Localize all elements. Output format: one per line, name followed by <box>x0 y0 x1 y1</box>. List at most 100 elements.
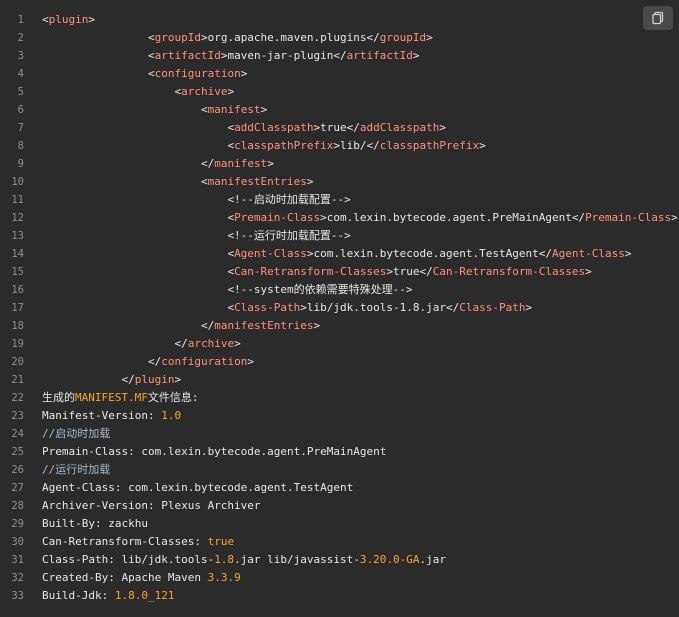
code-token: >true</ <box>386 265 433 278</box>
line-number: 33 <box>11 590 24 602</box>
line-number: 11 <box>11 194 24 206</box>
code-text: <!--system的依赖需要特殊处理--> <box>24 281 413 299</box>
line-number: 18 <box>11 320 24 332</box>
code-text: <plugin> <box>24 11 95 29</box>
line-number: 10 <box>11 176 24 188</box>
code-text: </manifest> <box>24 155 274 173</box>
line-number: 16 <box>11 284 24 296</box>
code-line: 21 </plugin> <box>0 371 679 389</box>
code-token: .jar lib/javassist- <box>234 553 360 566</box>
code-text: </archive> <box>24 335 240 353</box>
line-number: 5 <box>17 86 24 98</box>
code-token: >com.lexin.bytecode.agent.TestAgent</ <box>306 247 552 260</box>
code-text: Agent-Class: com.lexin.bytecode.agent.Te… <box>24 479 353 497</box>
xml-comment: <!--system的依赖需要特殊处理--> <box>227 283 413 296</box>
code-token: </ <box>174 337 188 350</box>
code-line: 9 </manifest> <box>0 155 679 173</box>
code-token: > <box>247 355 254 368</box>
code-text: <!--运行时加载配置--> <box>24 227 350 245</box>
code-text: <Premain-Class>com.lexin.bytecode.agent.… <box>24 209 678 227</box>
line-number: 30 <box>11 536 24 548</box>
line-number: 12 <box>11 212 24 224</box>
code-text: <addClasspath>true</addClasspath> <box>24 119 446 137</box>
code-token: > <box>313 319 321 332</box>
line-number: 19 <box>11 338 24 350</box>
tag-name: classpathPrefix <box>379 139 480 152</box>
code-token: </ <box>200 319 215 332</box>
code-line: 28 Archiver-Version: Plexus Archiver <box>0 497 679 515</box>
code-token: > <box>671 211 678 224</box>
code-token: >lib/jdk.tools-1.8.jar</ <box>300 301 460 314</box>
code-line: 33 Build-Jdk: 1.8.0_121 <box>0 587 679 605</box>
tag-name: archive <box>181 85 228 98</box>
code-block: 1 <plugin> 2 <groupId>org.apache.maven.plu… <box>0 0 679 617</box>
code-text: Can-Retransform-Classes: true <box>24 533 234 551</box>
line-number: 28 <box>11 500 24 512</box>
tag-name: addClasspath <box>359 121 440 134</box>
value-highlight: 1.8.0_121 <box>114 589 175 602</box>
line-number: 21 <box>11 374 24 386</box>
tag-name: manifestEntries <box>207 175 307 188</box>
code-line: 4 <configuration> <box>0 65 679 83</box>
code-line: 2 <groupId>org.apache.maven.plugins</gro… <box>0 29 679 47</box>
code-token: > <box>88 13 95 26</box>
copy-button[interactable] <box>643 6 673 30</box>
code-text: //启动时加载 <box>24 425 110 443</box>
code-line: 30 Can-Retransform-Classes: true <box>0 533 679 551</box>
code-token: Can-Retransform-Classes: <box>42 535 208 548</box>
code-text: </plugin> <box>24 371 181 389</box>
tag-name: plugin <box>48 13 89 26</box>
line-number: 27 <box>11 482 24 494</box>
code-line: 7 <addClasspath>true</addClasspath> <box>0 119 679 137</box>
code-line: 1 <plugin> <box>0 11 679 29</box>
code-token: >lib/</ <box>333 139 380 152</box>
code-lines: 1 <plugin> 2 <groupId>org.apache.maven.plu… <box>0 11 679 605</box>
tag-name: Agent-Class <box>551 247 625 260</box>
code-line: 10 <manifestEntries> <box>0 173 679 191</box>
tag-name: Can-Retransform-Classes <box>432 265 586 278</box>
value-highlight: 1.0 <box>161 409 182 422</box>
code-token: < <box>42 13 49 26</box>
tag-name: manifest <box>207 103 261 116</box>
tag-name: artifactId <box>154 49 221 62</box>
code-line: 18 </manifestEntries> <box>0 317 679 335</box>
line-number: 7 <box>17 122 24 134</box>
code-token: Archiver-Version: Plexus Archiver <box>42 499 261 512</box>
code-line: 17 <Class-Path>lib/jdk.tools-1.8.jar</Cl… <box>0 299 679 317</box>
line-number: 8 <box>17 140 24 152</box>
code-token: > <box>479 139 486 152</box>
tag-name: addClasspath <box>234 121 314 134</box>
line-number: 9 <box>17 158 24 170</box>
code-text: <Agent-Class>com.lexin.bytecode.agent.Te… <box>24 245 631 263</box>
code-text: //运行时加载 <box>24 461 110 479</box>
code-token: 生成的 <box>42 391 75 404</box>
value-highlight: 1.8 <box>214 553 235 566</box>
code-line: 5 <archive> <box>0 83 679 101</box>
line-number: 15 <box>11 266 24 278</box>
code-token: > <box>439 121 447 134</box>
code-text: Created-By: Apache Maven 3.3.9 <box>24 569 241 587</box>
code-token: > <box>227 85 235 98</box>
code-text: <Can-Retransform-Classes>true</Can-Retra… <box>24 263 591 281</box>
code-line: 11 <!--启动时加载配置--> <box>0 191 679 209</box>
tag-name: archive <box>187 337 235 350</box>
tag-name: Agent-Class <box>234 247 307 260</box>
code-line: 3 <artifactId>maven-jar-plugin</artifact… <box>0 47 679 65</box>
line-number: 23 <box>11 410 24 422</box>
code-token: >maven-jar-plugin</ <box>220 49 347 62</box>
code-token: 文件信息: <box>147 391 199 404</box>
code-line: 20 </configuration> <box>0 353 679 371</box>
code-line: 8 <classpathPrefix>lib/</classpathPrefix… <box>0 137 679 155</box>
code-text: Class-Path: lib/jdk.tools-1.8.jar lib/ja… <box>24 551 446 569</box>
code-text: </manifestEntries> <box>24 317 320 335</box>
line-number: 32 <box>11 572 24 584</box>
